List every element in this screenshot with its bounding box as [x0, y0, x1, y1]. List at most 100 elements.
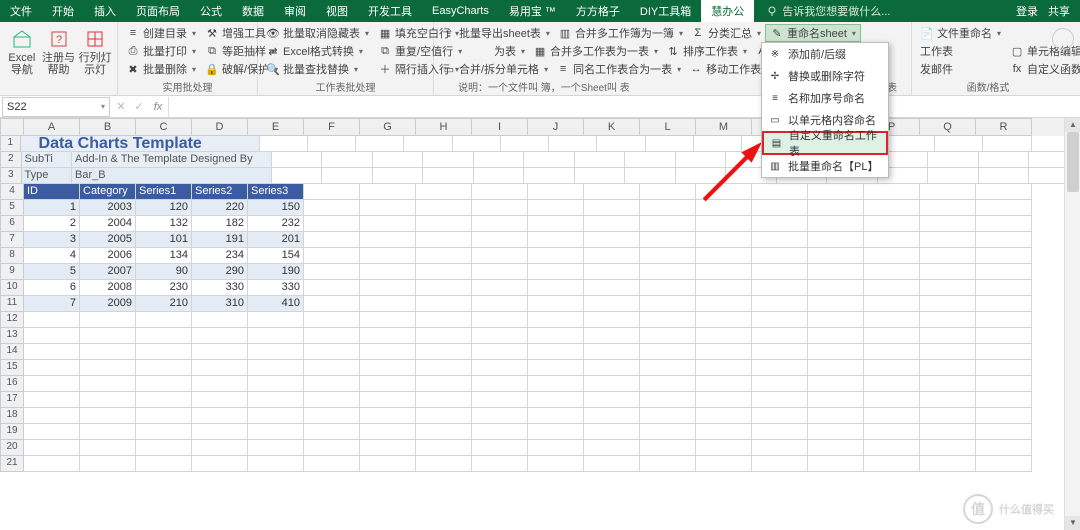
cell[interactable] [192, 360, 248, 376]
cell[interactable] [528, 232, 584, 248]
cell[interactable] [640, 312, 696, 328]
cell[interactable] [304, 248, 360, 264]
btn-export-sheet[interactable]: ⇪批量导出sheet表 [438, 24, 554, 42]
cell[interactable] [976, 296, 1032, 312]
cell[interactable] [752, 392, 808, 408]
cell[interactable] [640, 248, 696, 264]
menu-item-5[interactable]: ▥批量重命名【PL】 [762, 155, 888, 177]
fx-icon[interactable]: fx [148, 101, 168, 113]
cell[interactable] [752, 248, 808, 264]
btn-batch-print[interactable]: ⎙批量打印 [122, 42, 200, 60]
cell[interactable] [528, 360, 584, 376]
cell[interactable] [416, 344, 472, 360]
cell[interactable] [979, 152, 1030, 168]
cell[interactable] [472, 248, 528, 264]
menu-item-1[interactable]: ✢替换或删除字符 [762, 65, 888, 87]
cell[interactable] [584, 184, 640, 200]
cell[interactable] [248, 440, 304, 456]
highlight-button[interactable]: 行列灯 示灯 [77, 24, 113, 80]
cell[interactable] [976, 264, 1032, 280]
row-header[interactable]: 11 [0, 296, 24, 312]
cell[interactable] [625, 152, 676, 168]
cell[interactable]: 154 [248, 248, 304, 264]
cell[interactable] [416, 296, 472, 312]
tab-5[interactable]: 数据 [232, 0, 274, 22]
cell[interactable] [752, 456, 808, 472]
cell[interactable]: Series1 [136, 184, 192, 200]
cell[interactable] [80, 328, 136, 344]
btn-rename-sheet[interactable]: ✎重命名sheet [765, 24, 861, 42]
cell[interactable] [528, 392, 584, 408]
cell[interactable]: 182 [192, 216, 248, 232]
cell[interactable] [192, 424, 248, 440]
cell[interactable] [808, 408, 864, 424]
col-header-R[interactable]: R [976, 118, 1032, 136]
cell[interactable] [920, 456, 976, 472]
cell[interactable]: 2009 [80, 296, 136, 312]
cell[interactable] [920, 232, 976, 248]
tab-10[interactable]: 易用宝 ™ [499, 0, 566, 22]
cell[interactable] [423, 168, 474, 184]
cell[interactable] [640, 264, 696, 280]
cell[interactable] [416, 184, 472, 200]
cell[interactable] [472, 376, 528, 392]
cell[interactable] [752, 216, 808, 232]
cell[interactable] [696, 312, 752, 328]
cell[interactable] [304, 216, 360, 232]
cell[interactable] [360, 280, 416, 296]
cell[interactable]: 4 [24, 248, 80, 264]
cell[interactable] [136, 376, 192, 392]
cell[interactable] [80, 312, 136, 328]
row-header[interactable]: 8 [0, 248, 24, 264]
cell[interactable] [808, 440, 864, 456]
cell[interactable] [472, 280, 528, 296]
cell[interactable] [248, 456, 304, 472]
cell[interactable]: 6 [24, 280, 80, 296]
row-header[interactable]: 16 [0, 376, 24, 392]
tab-4[interactable]: 公式 [190, 0, 232, 22]
cell[interactable] [696, 264, 752, 280]
row-header[interactable]: 18 [0, 408, 24, 424]
cell[interactable] [696, 440, 752, 456]
cell[interactable] [584, 248, 640, 264]
menu-item-0[interactable]: ※添加前/后缀 [762, 43, 888, 65]
tab-13[interactable]: 慧办公 [701, 0, 754, 22]
cell[interactable] [272, 168, 323, 184]
cell[interactable] [304, 344, 360, 360]
cell[interactable] [80, 376, 136, 392]
btn-subtotal[interactable]: Σ分类汇总 [687, 24, 765, 42]
cell[interactable]: 330 [192, 280, 248, 296]
cell[interactable] [920, 216, 976, 232]
cell[interactable] [304, 376, 360, 392]
cell[interactable] [528, 312, 584, 328]
cell[interactable] [416, 392, 472, 408]
col-header-D[interactable]: D [192, 118, 248, 136]
cell[interactable] [696, 328, 752, 344]
cell[interactable] [360, 296, 416, 312]
cell[interactable] [416, 216, 472, 232]
cell[interactable] [360, 344, 416, 360]
btn-find-replace[interactable]: 🔍批量查找替换 [262, 60, 373, 78]
cell[interactable] [920, 376, 976, 392]
cell[interactable] [920, 264, 976, 280]
row-header[interactable]: 5 [0, 200, 24, 216]
tell-me[interactable]: 告诉我您想要做什么... [766, 3, 890, 19]
cell[interactable] [808, 456, 864, 472]
cell[interactable] [80, 360, 136, 376]
col-header-E[interactable]: E [248, 118, 304, 136]
register-help-button[interactable]: ?注册与 帮助 [41, 24, 77, 80]
cell[interactable] [360, 392, 416, 408]
cell[interactable] [501, 136, 549, 152]
cell[interactable] [472, 408, 528, 424]
cell[interactable] [584, 392, 640, 408]
cell[interactable] [416, 264, 472, 280]
cell[interactable] [416, 328, 472, 344]
tab-6[interactable]: 审阅 [274, 0, 316, 22]
col-header-A[interactable]: A [24, 118, 80, 136]
cell[interactable] [360, 200, 416, 216]
cell[interactable] [920, 312, 976, 328]
cell[interactable] [528, 424, 584, 440]
cell[interactable] [373, 152, 424, 168]
cell[interactable] [976, 312, 1032, 328]
cell[interactable] [24, 360, 80, 376]
